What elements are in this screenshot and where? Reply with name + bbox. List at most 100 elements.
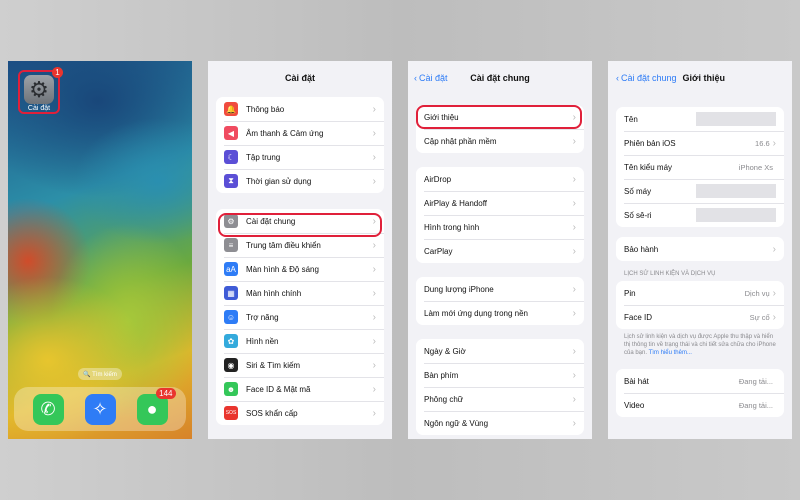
back-button[interactable]: ‹ Cài đặt	[414, 73, 448, 83]
settings-badge: 1	[52, 67, 63, 78]
general-item-pip[interactable]: Hình trong hình ›	[416, 215, 584, 239]
parts-row-battery[interactable]: Pin Dịch vụ ›	[616, 281, 784, 305]
messages-badge: 144	[156, 387, 176, 399]
messages-icon[interactable]: ● 144	[136, 387, 176, 425]
chevron-right-icon: ›	[572, 369, 576, 381]
settings-item-home-screen[interactable]: ▦ Màn hình chính ›	[216, 281, 384, 305]
chevron-right-icon: ›	[372, 175, 376, 187]
general-group-4: Ngày & Giờ › Bàn phím › Phông chữ › Ngôn ng…	[416, 339, 584, 435]
switches-icon: ≡	[224, 238, 238, 252]
nav-bar: ‹ Cài đặt chung Giới thiệu	[608, 61, 792, 95]
general-item-keyboard[interactable]: Bàn phím ›	[416, 363, 584, 387]
moon-icon: ☾	[224, 150, 238, 164]
general-item-date-time[interactable]: Ngày & Giờ ›	[416, 339, 584, 363]
chevron-right-icon: ›	[372, 359, 376, 371]
faceid-icon: ☻	[224, 382, 238, 396]
settings-screen: Cài đặt 🔔 Thông báo › ◀ Âm thanh & Cảm ứng ›…	[208, 61, 392, 439]
chevron-right-icon: ›	[372, 311, 376, 323]
chevron-right-icon: ›	[772, 287, 776, 299]
warranty-group: Bảo hành ›	[616, 237, 784, 261]
chevron-right-icon: ›	[772, 137, 776, 149]
parts-row-faceid[interactable]: Face ID Sự cố ›	[616, 305, 784, 329]
chevron-right-icon: ›	[372, 407, 376, 419]
media-group: Bài hát Đang tải... Video Đang tải...	[616, 369, 784, 417]
about-row-ios-version: Phiên bản iOS 16.6 ›	[616, 131, 784, 155]
about-row-model-number: Số máy	[616, 179, 784, 203]
chevron-right-icon: ›	[572, 283, 576, 295]
learn-more-link[interactable]: Tìm hiểu thêm...	[649, 350, 692, 356]
chevron-right-icon: ›	[372, 151, 376, 163]
phone-icon[interactable]: ✆	[32, 393, 64, 425]
page-title: Cài đặt chung	[470, 73, 530, 83]
about-screen: ‹ Cài đặt chung Giới thiệu Tên Phiên bản …	[608, 61, 792, 439]
about-row-name[interactable]: Tên	[616, 107, 784, 131]
parts-caption: Lịch sử linh kiện và dịch vụ được Apple …	[624, 334, 776, 356]
home-screen: ⚙ Cài đặt 1 🔍 Tìm kiếm ✆ ✧ ● 144	[8, 61, 192, 439]
chevron-right-icon: ›	[372, 103, 376, 115]
settings-item-faceid[interactable]: ☻ Face ID & Mật mã ›	[216, 377, 384, 401]
settings-group-1: 🔔 Thông báo › ◀ Âm thanh & Cảm ứng › ☾ Tập tr…	[216, 97, 384, 193]
general-item-fonts[interactable]: Phông chữ ›	[416, 387, 584, 411]
chevron-right-icon: ›	[572, 135, 576, 147]
sos-icon: SOS	[224, 406, 238, 420]
general-group-3: Dung lượng iPhone › Làm mới ứng dụng tron…	[416, 277, 584, 325]
general-item-storage[interactable]: Dung lượng iPhone ›	[416, 277, 584, 301]
chevron-right-icon: ›	[572, 221, 576, 233]
redacted-value	[696, 208, 776, 222]
redacted-value	[696, 184, 776, 198]
chevron-right-icon: ›	[572, 345, 576, 357]
settings-app-label: Cài đặt	[27, 105, 51, 112]
chevron-right-icon: ›	[572, 307, 576, 319]
speaker-icon: ◀	[224, 126, 238, 140]
chevron-right-icon: ›	[572, 417, 576, 429]
general-item-language[interactable]: Ngôn ngữ & Vùng ›	[416, 411, 584, 435]
back-button[interactable]: ‹ Cài đặt chung	[616, 73, 677, 83]
chevron-right-icon: ›	[572, 393, 576, 405]
chevron-left-icon: ‹	[616, 73, 619, 83]
grid-icon: ▦	[224, 286, 238, 300]
settings-item-sounds[interactable]: ◀ Âm thanh & Cảm ứng ›	[216, 121, 384, 145]
nav-bar: Cài đặt	[208, 61, 392, 95]
settings-item-focus[interactable]: ☾ Tập trung ›	[216, 145, 384, 169]
flower-icon: ✿	[224, 334, 238, 348]
settings-item-accessibility[interactable]: ☺ Trợ năng ›	[216, 305, 384, 329]
redacted-value	[696, 112, 776, 126]
siri-icon: ◉	[224, 358, 238, 372]
hourglass-icon: ⧗	[224, 174, 238, 188]
safari-icon[interactable]: ✧	[84, 393, 116, 425]
settings-item-screen-time[interactable]: ⧗ Thời gian sử dụng ›	[216, 169, 384, 193]
general-screen: ‹ Cài đặt Cài đặt chung Giới thiệu › Cập n…	[408, 61, 592, 439]
chevron-right-icon: ›	[372, 287, 376, 299]
about-info-group: Tên Phiên bản iOS 16.6 › Tên kiểu máy iPhon…	[616, 107, 784, 227]
about-row-warranty[interactable]: Bảo hành ›	[616, 237, 784, 261]
home-search-pill[interactable]: 🔍 Tìm kiếm	[78, 368, 122, 380]
chevron-right-icon: ›	[372, 127, 376, 139]
settings-item-sos[interactable]: SOS SOS khẩn cấp ›	[216, 401, 384, 425]
settings-item-siri[interactable]: ◉ Siri & Tìm kiếm ›	[216, 353, 384, 377]
chevron-right-icon: ›	[372, 383, 376, 395]
about-row-model-name: Tên kiểu máy iPhone Xs	[616, 155, 784, 179]
parts-group: Pin Dịch vụ › Face ID Sự cố ›	[616, 281, 784, 329]
chevron-right-icon: ›	[772, 311, 776, 323]
general-item-airdrop[interactable]: AirDrop ›	[416, 167, 584, 191]
chevron-right-icon: ›	[372, 335, 376, 347]
general-item-bg-refresh[interactable]: Làm mới ứng dụng trong nền ›	[416, 301, 584, 325]
general-group-2: AirDrop › AirPlay & Handoff › Hình trong h…	[416, 167, 584, 263]
highlight-general	[218, 213, 382, 237]
general-item-carplay[interactable]: CarPlay ›	[416, 239, 584, 263]
general-item-airplay[interactable]: AirPlay & Handoff ›	[416, 191, 584, 215]
chevron-right-icon: ›	[572, 245, 576, 257]
settings-item-display[interactable]: aA Màn hình & Độ sáng ›	[216, 257, 384, 281]
chevron-right-icon: ›	[772, 243, 776, 255]
section-header: LỊCH SỬ LINH KIỆN VÀ DỊCH VỤ	[624, 271, 716, 277]
about-row-serial: Số sê-ri	[616, 203, 784, 227]
general-item-software-update[interactable]: Cập nhật phần mềm ›	[416, 129, 584, 153]
settings-item-notifications[interactable]: 🔔 Thông báo ›	[216, 97, 384, 121]
bell-icon: 🔔	[224, 102, 238, 116]
chevron-right-icon: ›	[372, 239, 376, 251]
nav-bar: ‹ Cài đặt Cài đặt chung	[408, 61, 592, 95]
settings-item-wallpaper[interactable]: ✿ Hình nền ›	[216, 329, 384, 353]
chevron-right-icon: ›	[572, 173, 576, 185]
accessibility-icon: ☺	[224, 310, 238, 324]
highlight-about	[416, 105, 582, 129]
